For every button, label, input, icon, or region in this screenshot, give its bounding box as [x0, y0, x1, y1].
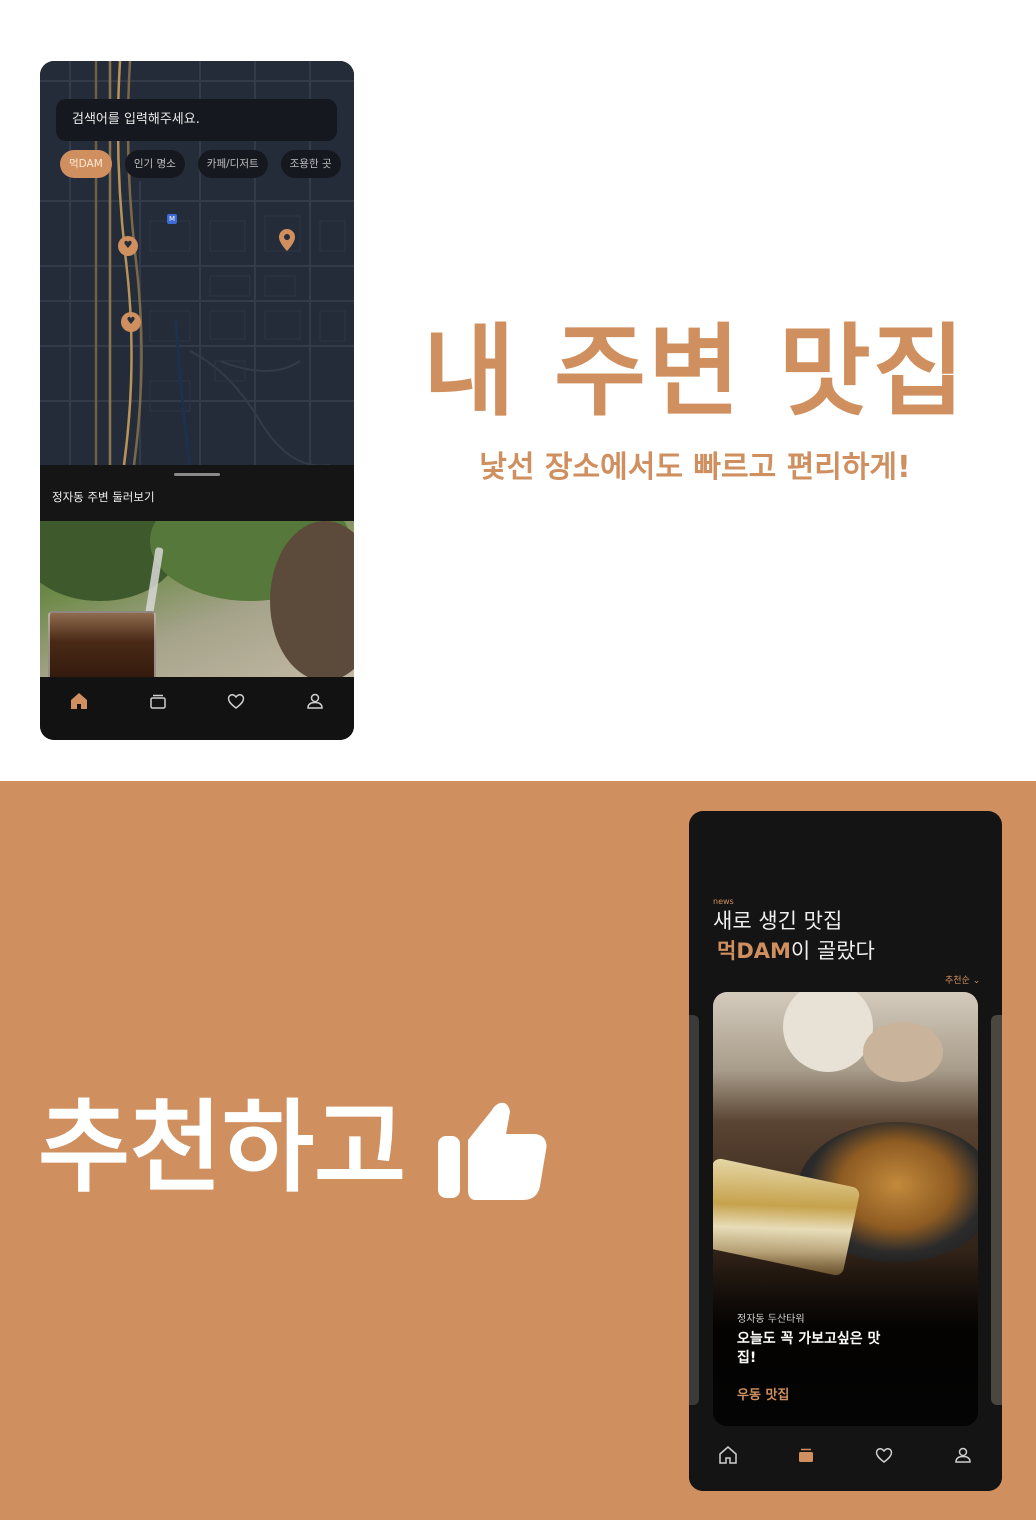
nav-profile[interactable]	[303, 689, 327, 713]
chip-mukdam[interactable]: 먹DAM	[60, 150, 112, 178]
search-input[interactable]: 검색어를 입력해주세요.	[56, 99, 337, 141]
heart-pin-icon[interactable]: ♥	[118, 236, 138, 256]
hero-subheadline: 낯선 장소에서도 빠르고 편리하게!	[479, 450, 911, 485]
nav-favorites[interactable]	[224, 689, 248, 713]
sheet-drag-handle[interactable]	[174, 473, 220, 476]
feed-subtitle-rest: 이 골랐다	[790, 939, 875, 963]
cafe-photo[interactable]	[40, 521, 354, 677]
card-location: 정자동 두산타워	[737, 1314, 805, 1325]
chip-quiet[interactable]: 조용한 곳	[280, 150, 341, 178]
prev-card-peek[interactable]	[689, 1015, 699, 1405]
heart-pin-icon[interactable]: ♥	[121, 312, 141, 332]
map-phone-mockup: 검색어를 입력해주세요. 먹DAM 인기 명소 카페/디저트 조용한 곳 M ♥ ♥ …	[40, 61, 354, 740]
iced-coffee-glass	[48, 611, 156, 677]
map-view[interactable]: 검색어를 입력해주세요. 먹DAM 인기 명소 카페/디저트 조용한 곳 M ♥ ♥	[40, 61, 354, 465]
nav-box[interactable]	[794, 1443, 818, 1467]
box-icon	[150, 694, 166, 709]
heart-icon	[875, 1448, 893, 1463]
next-card-peek[interactable]	[991, 1015, 1002, 1405]
heart-icon	[227, 694, 245, 709]
card-tag[interactable]: 우동 맛집	[737, 1384, 789, 1403]
feed-phone-mockup: news 새로 생긴 맛집 먹DAM이 골랐다 추천순 ⌄ 정자동 두산타워 오…	[689, 811, 1002, 1491]
brand-name: 먹DAM	[717, 939, 791, 963]
chip-cafe[interactable]: 카페/디저트	[197, 150, 268, 178]
restaurant-card[interactable]: 정자동 두산타워 오늘도 꼭 가보고싶은 맛집! 우동 맛집	[713, 992, 978, 1426]
sort-dropdown[interactable]: 추천순 ⌄	[945, 973, 980, 986]
bottom-nav	[689, 1431, 1002, 1491]
background-figure	[783, 992, 873, 1072]
card-headline: 오늘도 꼭 가보고싶은 맛집!	[737, 1331, 881, 1366]
news-eyebrow: news	[713, 897, 734, 906]
user-icon	[307, 693, 323, 709]
home-icon	[71, 693, 87, 709]
nav-home[interactable]	[716, 1443, 740, 1467]
user-icon	[955, 1447, 971, 1463]
chip-popular[interactable]: 인기 명소	[124, 150, 185, 178]
metro-icon: M	[167, 214, 177, 224]
thumbs-up-icon	[436, 1096, 548, 1206]
nav-favorites[interactable]	[872, 1443, 896, 1467]
hero-headline: 내 주변 맛집	[423, 313, 967, 430]
recommend-text: 추천하고	[38, 1089, 406, 1206]
nav-home[interactable]	[67, 689, 91, 713]
home-icon	[719, 1446, 737, 1464]
sheet-title: 정자동 주변 둘러보기	[52, 490, 155, 504]
nav-profile[interactable]	[951, 1443, 975, 1467]
category-chips: 먹DAM 인기 명소 카페/디저트 조용한 곳	[60, 150, 354, 180]
bottom-nav	[40, 677, 354, 740]
bottom-sheet[interactable]: 정자동 주변 둘러보기	[40, 465, 354, 521]
feed-title: 새로 생긴 맛집	[713, 909, 843, 933]
feed-subtitle: 먹DAM이 골랐다	[717, 937, 875, 965]
box-icon	[799, 1448, 813, 1462]
background-arm	[863, 1022, 943, 1082]
nav-box[interactable]	[146, 689, 170, 713]
